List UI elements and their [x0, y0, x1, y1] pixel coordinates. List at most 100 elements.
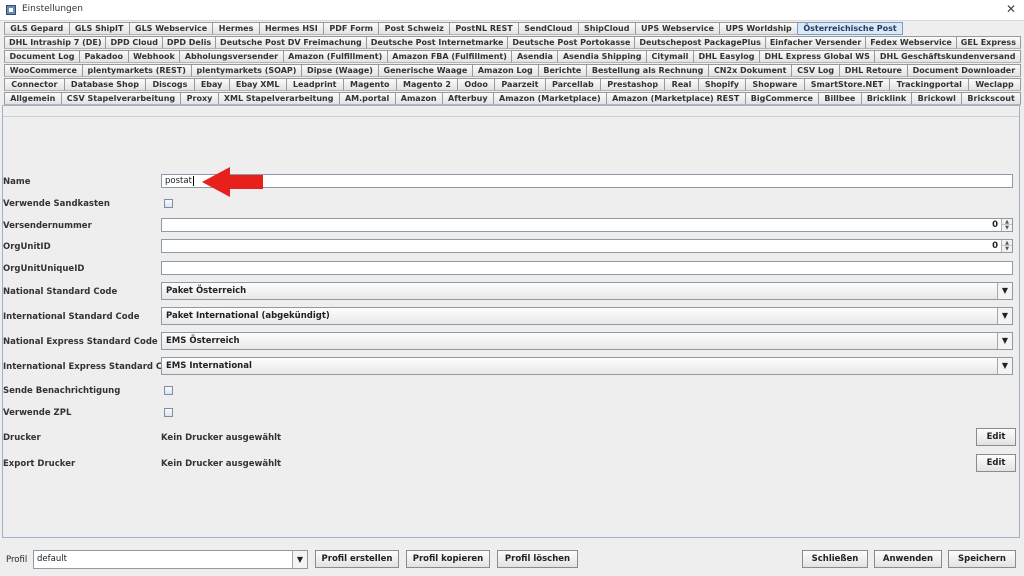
tab-dhl-express-global-ws[interactable]: DHL Express Global WS	[759, 50, 876, 63]
tab-ebay[interactable]: Ebay	[193, 78, 230, 91]
tab-bricklink[interactable]: Bricklink	[860, 92, 913, 105]
tab-trackingportal[interactable]: Trackingportal	[889, 78, 970, 91]
tab-plentymarkets-soap[interactable]: plentymarkets (SOAP)	[190, 64, 303, 77]
tab-dhl-easylog[interactable]: DHL Easylog	[692, 50, 761, 63]
tab-deutsche-post-internetmarke[interactable]: Deutsche Post Internetmarke	[365, 36, 509, 49]
tab-shopify[interactable]: Shopify	[697, 78, 747, 91]
tab-dpd-cloud[interactable]: DPD Cloud	[105, 36, 163, 49]
tab-document-log[interactable]: Document Log	[4, 50, 81, 63]
copy-profile-button[interactable]: Profil kopieren	[406, 550, 490, 568]
chevron-down-icon[interactable]: ▼	[997, 283, 1012, 299]
tab-ups-webservice[interactable]: UPS Webservice	[634, 22, 721, 35]
international-express-select[interactable]: EMS International ▼	[161, 357, 1013, 375]
tab-brickowl[interactable]: Brickowl	[911, 92, 963, 105]
profile-select[interactable]: default ▼	[33, 550, 308, 569]
printer-edit-button[interactable]: Edit	[976, 428, 1016, 446]
tab-pdf-form[interactable]: PDF Form	[323, 22, 380, 35]
tab-ups-worldship[interactable]: UPS Worldship	[719, 22, 799, 35]
tab-bestellung-als-rechnung[interactable]: Bestellung als Rechnung	[586, 64, 710, 77]
tab-deutsche-post-portokasse[interactable]: Deutsche Post Portokasse	[507, 36, 636, 49]
use-zpl-checkbox[interactable]	[164, 408, 173, 417]
tab-post-schweiz[interactable]: Post Schweiz	[378, 22, 451, 35]
tab-leadprint[interactable]: Leadprint	[285, 78, 344, 91]
tab-xml-stapelverarbeitung[interactable]: XML Stapelverarbeitung	[217, 92, 340, 105]
tab-cn2x-dokument[interactable]: CN2x Dokument	[708, 64, 793, 77]
tab-berichte[interactable]: Berichte	[537, 64, 588, 77]
spin-down-icon[interactable]: ▼	[1002, 246, 1012, 252]
tab-amazon-log[interactable]: Amazon Log	[472, 64, 539, 77]
tab-connector[interactable]: Connector	[4, 78, 65, 91]
tab-plentymarkets-rest[interactable]: plentymarkets (REST)	[81, 64, 192, 77]
tab-amazon[interactable]: Amazon	[394, 92, 443, 105]
tab-dhl-retoure[interactable]: DHL Retoure	[838, 64, 908, 77]
name-field[interactable]: postat	[161, 174, 1013, 188]
close-button[interactable]: Schließen	[802, 550, 868, 568]
org-unit-id-spinner[interactable]: 0 ▲ ▼	[161, 239, 1013, 253]
tab-gls-shipit[interactable]: GLS ShipIT	[68, 22, 130, 35]
tab-ebay-xml[interactable]: Ebay XML	[228, 78, 287, 91]
tab-billbee[interactable]: Billbee	[818, 92, 862, 105]
tab-database-shop[interactable]: Database Shop	[63, 78, 147, 91]
tab-gel-express[interactable]: GEL Express	[955, 36, 1021, 49]
tab-amazon-fba-fulfillment[interactable]: Amazon FBA (Fulfillment)	[386, 50, 513, 63]
tab-deutschepost-packageplus[interactable]: Deutschepost PackagePlus	[634, 36, 766, 49]
delete-profile-button[interactable]: Profil löschen	[497, 550, 578, 568]
create-profile-button[interactable]: Profil erstellen	[315, 550, 399, 568]
tab-brickscout[interactable]: Brickscout	[961, 92, 1022, 105]
tab-gls-webservice[interactable]: GLS Webservice	[128, 22, 214, 35]
tab-dipse-waage[interactable]: Dipse (Waage)	[301, 64, 379, 77]
tab-odoo[interactable]: Odoo	[457, 78, 496, 91]
tab-asendia[interactable]: Asendia	[511, 50, 559, 63]
sender-number-spinner[interactable]: 0 ▲ ▼	[161, 218, 1013, 232]
tab-hermes-hsi[interactable]: Hermes HSI	[258, 22, 325, 35]
save-button[interactable]: Speichern	[948, 550, 1016, 568]
tab-proxy[interactable]: Proxy	[180, 92, 219, 105]
sandbox-checkbox[interactable]	[164, 199, 173, 208]
tab-dhl-intraship-7-de[interactable]: DHL Intraship 7 (DE)	[4, 36, 107, 49]
tab-weclapp[interactable]: Weclapp	[968, 78, 1021, 91]
tab-csv-stapelverarbeitung[interactable]: CSV Stapelverarbeitung	[60, 92, 182, 105]
tab-am-portal[interactable]: AM.portal	[338, 92, 396, 105]
org-unit-unique-id-field[interactable]	[161, 261, 1013, 275]
tab-fedex-webservice[interactable]: Fedex Webservice	[865, 36, 957, 49]
tab-document-downloader[interactable]: Document Downloader	[906, 64, 1021, 77]
send-notification-checkbox[interactable]	[164, 386, 173, 395]
tab-dhl-geschäftskundenversand[interactable]: DHL Geschäftskundenversand	[874, 50, 1022, 63]
chevron-down-icon[interactable]: ▼	[997, 333, 1012, 349]
national-express-select[interactable]: EMS Österreich ▼	[161, 332, 1013, 350]
tab-discogs[interactable]: Discogs	[145, 78, 195, 91]
tab-deutsche-post-dv-freimachung[interactable]: Deutsche Post DV Freimachung	[215, 36, 367, 49]
tab-parcellab[interactable]: Parcellab	[544, 78, 601, 91]
tab-amazon-fulfillment[interactable]: Amazon (Fulfillment)	[282, 50, 388, 63]
tab-prestashop[interactable]: Prestashop	[599, 78, 666, 91]
tab-csv-log[interactable]: CSV Log	[791, 64, 840, 77]
tab-smartstore-net[interactable]: SmartStore.NET	[803, 78, 891, 91]
tab-österreichische-post[interactable]: Österreichische Post	[797, 22, 904, 35]
tab-dpd-delis[interactable]: DPD Delis	[161, 36, 217, 49]
tab-postnl-rest[interactable]: PostNL REST	[449, 22, 519, 35]
tab-webhook[interactable]: Webhook	[127, 50, 181, 63]
tab-hermes[interactable]: Hermes	[212, 22, 260, 35]
tab-pakadoo[interactable]: Pakadoo	[79, 50, 129, 63]
tab-asendia-shipping[interactable]: Asendia Shipping	[557, 50, 648, 63]
chevron-down-icon[interactable]: ▼	[997, 358, 1012, 374]
tab-bigcommerce[interactable]: BigCommerce	[744, 92, 820, 105]
chevron-down-icon[interactable]: ▼	[997, 308, 1012, 324]
tab-amazon-marketplace[interactable]: Amazon (Marketplace)	[492, 92, 607, 105]
tab-woocommerce[interactable]: WooCommerce	[4, 64, 83, 77]
tab-paarzeit[interactable]: Paarzeit	[494, 78, 546, 91]
tab-shopware[interactable]: Shopware	[745, 78, 805, 91]
tab-gls-gepard[interactable]: GLS Gepard	[4, 22, 70, 35]
tab-magento[interactable]: Magento	[342, 78, 397, 91]
export-printer-edit-button[interactable]: Edit	[976, 454, 1016, 472]
tab-generische-waage[interactable]: Generische Waage	[377, 64, 474, 77]
tab-allgemein[interactable]: Allgemein	[4, 92, 62, 105]
tab-einfacher-versender[interactable]: Einfacher Versender	[764, 36, 867, 49]
national-standard-select[interactable]: Paket Österreich ▼	[161, 282, 1013, 300]
tab-shipcloud[interactable]: ShipCloud	[577, 22, 636, 35]
spin-down-icon[interactable]: ▼	[1002, 225, 1012, 231]
tab-afterbuy[interactable]: Afterbuy	[441, 92, 494, 105]
tab-sendcloud[interactable]: SendCloud	[517, 22, 579, 35]
tab-real[interactable]: Real	[664, 78, 699, 91]
apply-button[interactable]: Anwenden	[874, 550, 942, 568]
